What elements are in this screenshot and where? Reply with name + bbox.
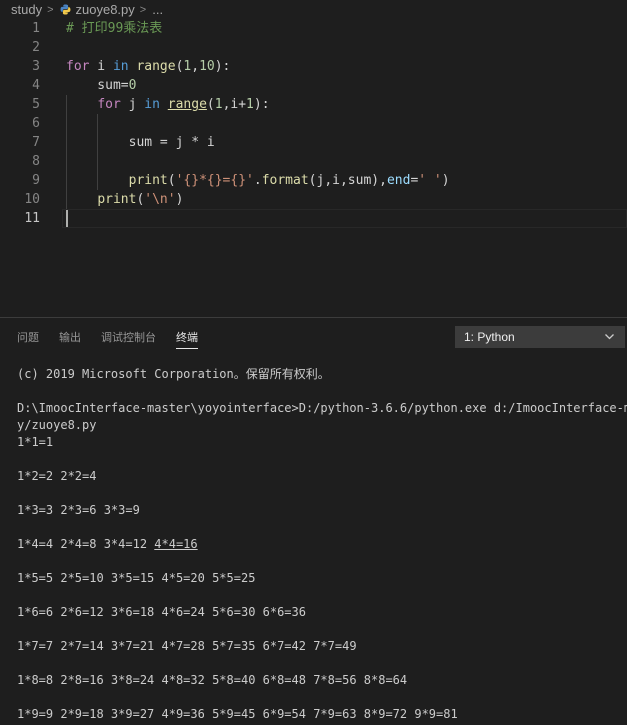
line-source: print('\n') xyxy=(97,192,184,207)
breadcrumb-file[interactable]: zuoye8.py xyxy=(76,2,135,17)
line-number: 1 xyxy=(32,21,40,36)
breadcrumb-folder[interactable]: study xyxy=(11,2,42,17)
line-source: sum = j * i xyxy=(66,135,215,150)
tab-output[interactable]: 输出 xyxy=(59,329,81,345)
tab-debug-console[interactable]: 调试控制台 xyxy=(101,329,156,345)
line-source: sum=0 xyxy=(66,78,137,93)
line-number: 4 xyxy=(32,78,40,93)
line-number: 11 xyxy=(24,211,40,226)
python-file-icon xyxy=(60,4,70,15)
terminal-line: 1*5=5 2*5=10 3*5=15 4*5=20 5*5=25 xyxy=(17,571,256,585)
line-source: # 打印99乘法表 xyxy=(66,21,163,36)
chevron-down-icon xyxy=(605,334,614,340)
line-number: 6 xyxy=(32,116,40,131)
code-line[interactable]: 5 for j in range(1,i+1): xyxy=(0,95,627,114)
line-number: 5 xyxy=(32,97,40,112)
terminal-line: 1*6=6 2*6=12 3*6=18 4*6=24 5*6=30 6*6=36 xyxy=(17,605,306,619)
chevron-right-icon: > xyxy=(139,3,147,16)
bottom-panel: 问题 输出 调试控制台 终端 1: Python (c) 2019 Micros… xyxy=(0,317,627,725)
terminal-line: D:\ImoocInterface-master\yoyointerface>D… xyxy=(17,401,627,415)
terminal-line: 1*3=3 2*3=6 3*3=9 xyxy=(17,503,140,517)
code-line[interactable]: 3 for i in range(1,10): xyxy=(0,57,627,76)
line-source: print('{}*{}={}'.format(j,i,sum),end=' '… xyxy=(128,173,450,188)
terminal-line: y/zuoye8.py xyxy=(17,418,97,432)
code-line[interactable]: 1 # 打印99乘法表 xyxy=(0,19,627,38)
line-number: 9 xyxy=(32,173,40,188)
line-number: 10 xyxy=(24,192,40,207)
code-line[interactable]: 7 sum = j * i xyxy=(0,133,627,152)
code-line[interactable]: 10 print('\n') xyxy=(0,190,627,209)
terminal-line: 1*2=2 2*2=4 xyxy=(17,469,97,483)
terminal-line: 1*8=8 2*8=16 3*8=24 4*8=32 5*8=40 6*8=48… xyxy=(17,673,408,687)
code-line[interactable]: 8 xyxy=(0,152,627,171)
terminal-line: 1*1=1 xyxy=(17,435,54,449)
line-source: for j in range(1,i+1): xyxy=(97,97,270,112)
terminal-output[interactable]: (c) 2019 Microsoft Corporation。保留所有权利。 D:… xyxy=(17,366,627,725)
line-number: 3 xyxy=(32,59,40,74)
terminal-line: 1*9=9 2*9=18 3*9=27 4*9=36 5*9=45 6*9=54… xyxy=(17,707,458,721)
code-line[interactable]: 6 xyxy=(0,114,627,133)
line-source: for i in range(1,10): xyxy=(66,59,231,74)
breadcrumb-more[interactable]: ... xyxy=(152,2,163,17)
terminal-select-value: 1: Python xyxy=(464,330,515,344)
code-line[interactable]: 2 xyxy=(0,38,627,57)
terminal-select[interactable]: 1: Python xyxy=(455,326,625,348)
line-number: 2 xyxy=(32,40,40,55)
code-line[interactable]: 9 print('{}*{}={}'.format(j,i,sum),end='… xyxy=(0,171,627,190)
code-line[interactable]: 4 sum=0 xyxy=(0,76,627,95)
terminal-line: 1*4=4 2*4=8 3*4=12 4*4=16 xyxy=(17,537,198,551)
terminal-line: (c) 2019 Microsoft Corporation。保留所有权利。 xyxy=(17,367,330,381)
breadcrumb: study > zuoye8.py > ... xyxy=(0,0,627,19)
code-line[interactable]: 11 xyxy=(0,209,627,228)
line-number: 8 xyxy=(32,154,40,169)
tab-problems[interactable]: 问题 xyxy=(17,329,39,345)
code-editor[interactable]: 1 # 打印99乘法表 2 3 for i in range(1,10): 4 sum=0… xyxy=(0,19,627,315)
line-number: 7 xyxy=(32,135,40,150)
tab-terminal[interactable]: 终端 xyxy=(176,329,198,349)
chevron-right-icon: > xyxy=(47,3,54,16)
terminal-line: 1*7=7 2*7=14 3*7=21 4*7=28 5*7=35 6*7=42… xyxy=(17,639,357,653)
